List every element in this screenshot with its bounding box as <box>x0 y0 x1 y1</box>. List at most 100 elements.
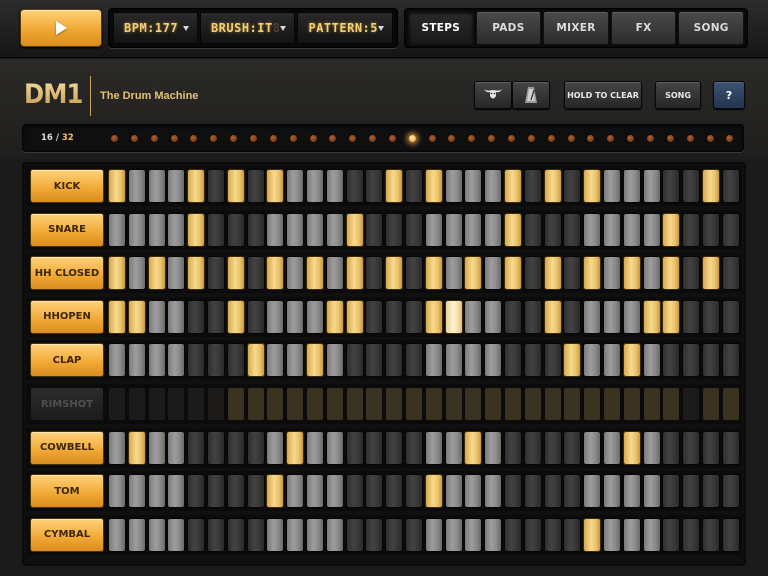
play-button[interactable] <box>20 9 102 47</box>
step-pad[interactable] <box>147 299 166 334</box>
step-pad[interactable] <box>622 517 641 552</box>
step-pad[interactable] <box>127 343 146 378</box>
step-pad[interactable] <box>721 517 740 552</box>
step-pad[interactable] <box>424 299 443 334</box>
step-pad[interactable] <box>603 343 621 378</box>
step-pad[interactable] <box>385 299 404 334</box>
step-pad[interactable] <box>543 387 562 421</box>
step-pad[interactable] <box>721 256 740 291</box>
step-pad[interactable] <box>702 299 720 334</box>
step-pad[interactable] <box>603 299 621 334</box>
step-pad[interactable] <box>385 212 404 247</box>
step-pad[interactable] <box>365 517 384 552</box>
step-pad[interactable] <box>662 343 681 378</box>
step-pad[interactable] <box>662 256 681 291</box>
step-pad[interactable] <box>385 517 404 552</box>
step-pad[interactable] <box>702 212 720 247</box>
step-pad[interactable] <box>266 256 285 291</box>
step-pad[interactable] <box>325 299 344 334</box>
step-pad[interactable] <box>583 256 602 291</box>
step-pad[interactable] <box>127 212 146 247</box>
step-pad[interactable] <box>345 343 364 378</box>
kit-selector[interactable]: BRUSH:IT8 <box>199 12 296 44</box>
step-pad[interactable] <box>721 430 740 465</box>
step-pad[interactable] <box>484 169 503 203</box>
step-pad[interactable] <box>226 474 245 509</box>
track-label-button[interactable]: COWBELL <box>30 430 104 465</box>
step-pad[interactable] <box>226 430 245 465</box>
tab-song[interactable]: SONG <box>678 11 744 45</box>
step-pad[interactable] <box>682 387 701 421</box>
bpm-selector[interactable]: BPM:177 <box>113 12 198 44</box>
step-pad[interactable] <box>187 430 206 465</box>
step-pad[interactable] <box>187 169 206 203</box>
step-pad[interactable] <box>325 256 344 291</box>
step-pad[interactable] <box>306 387 324 421</box>
step-pad[interactable] <box>207 517 225 552</box>
step-pad[interactable] <box>187 256 206 291</box>
step-pad[interactable] <box>345 517 364 552</box>
step-pad[interactable] <box>266 299 285 334</box>
track-label-button[interactable]: CYMBAL <box>30 517 104 552</box>
step-pad[interactable] <box>207 430 225 465</box>
step-pad[interactable] <box>484 474 503 509</box>
step-pad[interactable] <box>721 474 740 509</box>
step-pad[interactable] <box>306 517 324 552</box>
step-pad[interactable] <box>207 169 225 203</box>
step-pad[interactable] <box>167 387 186 421</box>
track-label-button[interactable]: CLAP <box>30 343 104 378</box>
step-pad[interactable] <box>306 299 324 334</box>
metronome-button[interactable] <box>512 81 550 109</box>
step-pad[interactable] <box>266 517 285 552</box>
step-pad[interactable] <box>345 299 364 334</box>
tab-pads[interactable]: PADS <box>475 11 542 45</box>
step-pad[interactable] <box>484 343 503 378</box>
step-pad[interactable] <box>464 299 483 334</box>
step-pad[interactable] <box>246 343 265 378</box>
step-pad[interactable] <box>523 169 542 203</box>
step-pad[interactable] <box>147 169 166 203</box>
step-pad[interactable] <box>187 212 206 247</box>
step-pad[interactable] <box>504 387 522 421</box>
step-pad[interactable] <box>603 387 621 421</box>
step-pad[interactable] <box>504 299 522 334</box>
step-pad[interactable] <box>365 343 384 378</box>
tab-fx[interactable]: FX <box>610 11 677 45</box>
step-pad[interactable] <box>622 474 641 509</box>
step-pad[interactable] <box>306 430 324 465</box>
step-pad[interactable] <box>365 299 384 334</box>
step-pad[interactable] <box>464 430 483 465</box>
step-pad[interactable] <box>603 517 621 552</box>
step-pad[interactable] <box>345 256 364 291</box>
step-pad[interactable] <box>345 169 364 203</box>
step-pad[interactable] <box>622 299 641 334</box>
pattern-selector[interactable]: PATTERN:5 <box>297 12 393 44</box>
step-pad[interactable] <box>444 169 463 203</box>
step-pad[interactable] <box>167 299 186 334</box>
step-pad[interactable] <box>642 517 661 552</box>
step-pad[interactable] <box>167 256 186 291</box>
track-label-button[interactable]: TOM <box>30 474 104 509</box>
step-pad[interactable] <box>127 474 146 509</box>
step-pad[interactable] <box>345 474 364 509</box>
step-pad[interactable] <box>266 474 285 509</box>
step-pad[interactable] <box>385 474 404 509</box>
step-pad[interactable] <box>642 169 661 203</box>
step-pad[interactable] <box>108 343 126 378</box>
step-pad[interactable] <box>405 169 423 203</box>
step-pad[interactable] <box>642 387 661 421</box>
step-pad[interactable] <box>662 299 681 334</box>
track-label-button[interactable]: KICK <box>30 169 104 203</box>
step-pad[interactable] <box>563 169 582 203</box>
step-pad[interactable] <box>583 169 602 203</box>
step-pad[interactable] <box>167 430 186 465</box>
step-pad[interactable] <box>543 169 562 203</box>
step-pad[interactable] <box>543 517 562 552</box>
step-pad[interactable] <box>108 256 126 291</box>
step-pad[interactable] <box>682 169 701 203</box>
step-pad[interactable] <box>365 387 384 421</box>
step-pad[interactable] <box>662 517 681 552</box>
step-pad[interactable] <box>405 343 423 378</box>
step-pad[interactable] <box>662 474 681 509</box>
step-pad[interactable] <box>444 387 463 421</box>
